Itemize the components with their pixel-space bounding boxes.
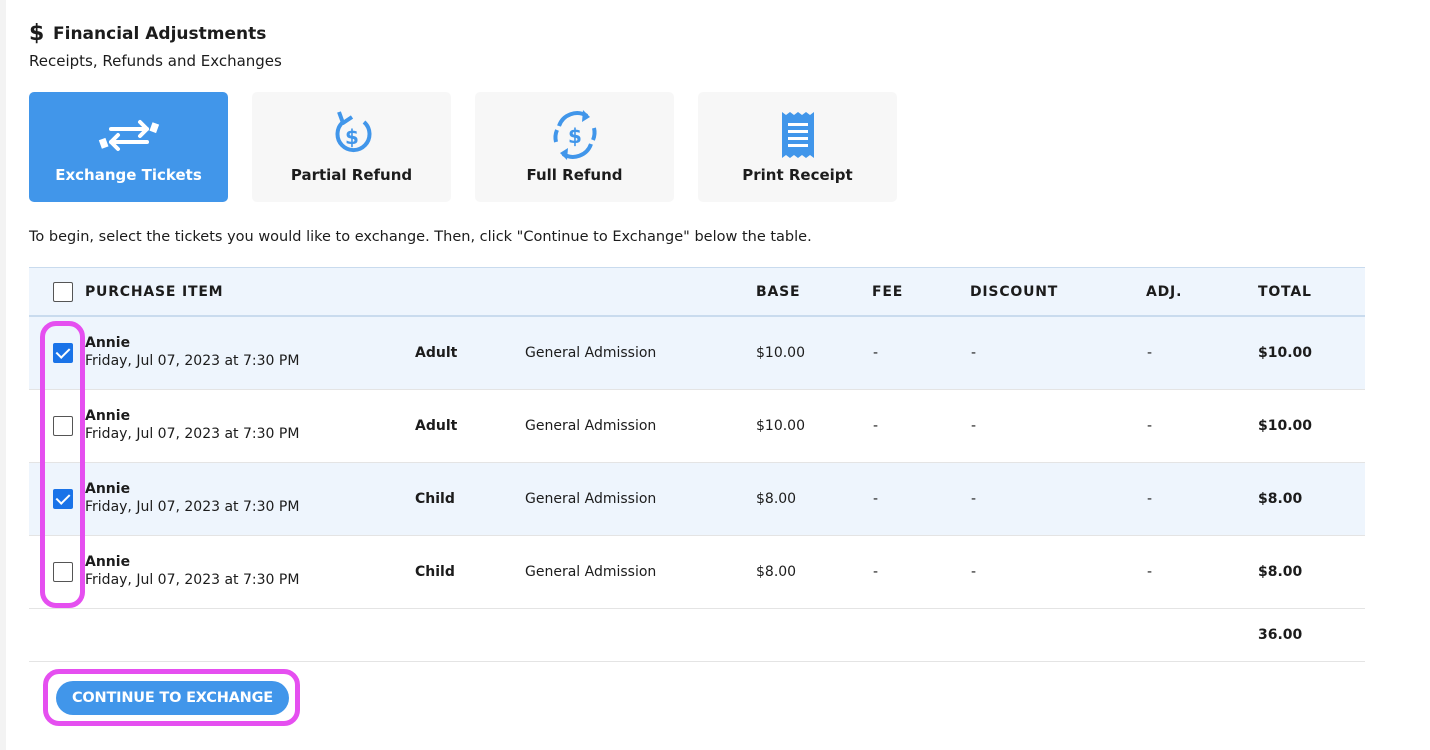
row-total: $8.00 (1258, 491, 1303, 507)
receipt-icon (780, 108, 816, 162)
dollar-icon: $ (29, 21, 45, 46)
fee-value: - (873, 418, 879, 434)
table-row: Annie Friday, Jul 07, 2023 at 7:30 PM Adul… (29, 317, 1365, 390)
full-refund-button[interactable]: $ Full Refund (475, 92, 674, 202)
print-receipt-label: Print Receipt (742, 166, 853, 184)
action-buttons: Exchange Tickets $ Partial Refund $ Full… (29, 92, 921, 202)
event-date: Friday, Jul 07, 2023 at 7:30 PM (85, 426, 300, 442)
discount-value: - (971, 564, 977, 580)
base-price: $10.00 (756, 345, 805, 361)
total-row: 36.00 (29, 609, 1365, 662)
header-purchase-item: PURCHASE ITEM (85, 284, 224, 300)
event-name: Annie (85, 335, 131, 351)
header-discount: DISCOUNT (970, 284, 1059, 300)
base-price: $8.00 (756, 491, 797, 507)
fee-value: - (873, 345, 879, 361)
table-body: Annie Friday, Jul 07, 2023 at 7:30 PM Adul… (29, 317, 1365, 609)
fee-value: - (873, 491, 879, 507)
adj-value: - (1147, 345, 1153, 361)
checkbox-highlight-annotation (40, 321, 85, 608)
ticket-type: Child (415, 491, 455, 507)
title-row: $ Financial Adjustments (29, 22, 282, 46)
ticket-section: General Admission (525, 564, 657, 580)
event-name: Annie (85, 481, 131, 497)
partial-refund-button[interactable]: $ Partial Refund (252, 92, 451, 202)
left-border (0, 0, 6, 750)
exchange-tickets-label: Exchange Tickets (55, 166, 202, 184)
ticket-type: Child (415, 564, 455, 580)
ticket-section: General Admission (525, 345, 657, 361)
event-date: Friday, Jul 07, 2023 at 7:30 PM (85, 353, 300, 369)
table-row: Annie Friday, Jul 07, 2023 at 7:30 PM Chil… (29, 536, 1365, 609)
base-price: $10.00 (756, 418, 805, 434)
adj-value: - (1147, 418, 1153, 434)
table-header: PURCHASE ITEM BASE FEE DISCOUNT ADJ. TOT… (29, 267, 1365, 317)
svg-text:$: $ (568, 124, 582, 148)
select-all-checkbox[interactable] (53, 282, 73, 302)
instruction-text: To begin, select the tickets you would l… (29, 229, 812, 245)
row-total: $8.00 (1258, 564, 1303, 580)
svg-text:$: $ (345, 125, 359, 149)
event-name: Annie (85, 408, 131, 424)
adj-value: - (1147, 564, 1153, 580)
ticket-section: General Admission (525, 491, 657, 507)
row-total: $10.00 (1258, 345, 1313, 361)
header-fee: FEE (872, 284, 904, 300)
header-base: BASE (756, 284, 801, 300)
page-title: Financial Adjustments (53, 24, 267, 44)
table-row: Annie Friday, Jul 07, 2023 at 7:30 PM Adul… (29, 390, 1365, 463)
exchange-arrows-icon (97, 108, 161, 162)
continue-to-exchange-button[interactable]: CONTINUE TO EXCHANGE (56, 681, 289, 715)
purchase-table: PURCHASE ITEM BASE FEE DISCOUNT ADJ. TOT… (29, 267, 1365, 662)
grand-total: 36.00 (1258, 627, 1303, 643)
print-receipt-button[interactable]: Print Receipt (698, 92, 897, 202)
row-total: $10.00 (1258, 418, 1313, 434)
partial-refund-icon: $ (330, 108, 374, 162)
event-date: Friday, Jul 07, 2023 at 7:30 PM (85, 572, 300, 588)
event-info: Annie Friday, Jul 07, 2023 at 7:30 PM (85, 335, 299, 369)
adj-value: - (1147, 491, 1153, 507)
full-refund-icon: $ (547, 108, 603, 162)
ticket-type: Adult (415, 345, 458, 361)
page-header: $ Financial Adjustments Receipts, Refund… (29, 22, 282, 71)
full-refund-label: Full Refund (526, 166, 623, 184)
page-subtitle: Receipts, Refunds and Exchanges (29, 52, 282, 70)
event-info: Annie Friday, Jul 07, 2023 at 7:30 PM (85, 408, 299, 442)
discount-value: - (971, 418, 977, 434)
discount-value: - (971, 491, 977, 507)
event-date: Friday, Jul 07, 2023 at 7:30 PM (85, 499, 300, 515)
ticket-section: General Admission (525, 418, 657, 434)
fee-value: - (873, 564, 879, 580)
exchange-tickets-button[interactable]: Exchange Tickets (29, 92, 228, 202)
table-row: Annie Friday, Jul 07, 2023 at 7:30 PM Chil… (29, 463, 1365, 536)
base-price: $8.00 (756, 564, 797, 580)
event-info: Annie Friday, Jul 07, 2023 at 7:30 PM (85, 481, 299, 515)
header-adj: ADJ. (1146, 284, 1183, 300)
event-info: Annie Friday, Jul 07, 2023 at 7:30 PM (85, 554, 299, 588)
ticket-type: Adult (415, 418, 458, 434)
discount-value: - (971, 345, 977, 361)
event-name: Annie (85, 554, 131, 570)
partial-refund-label: Partial Refund (290, 166, 413, 184)
header-total: TOTAL (1258, 284, 1312, 300)
